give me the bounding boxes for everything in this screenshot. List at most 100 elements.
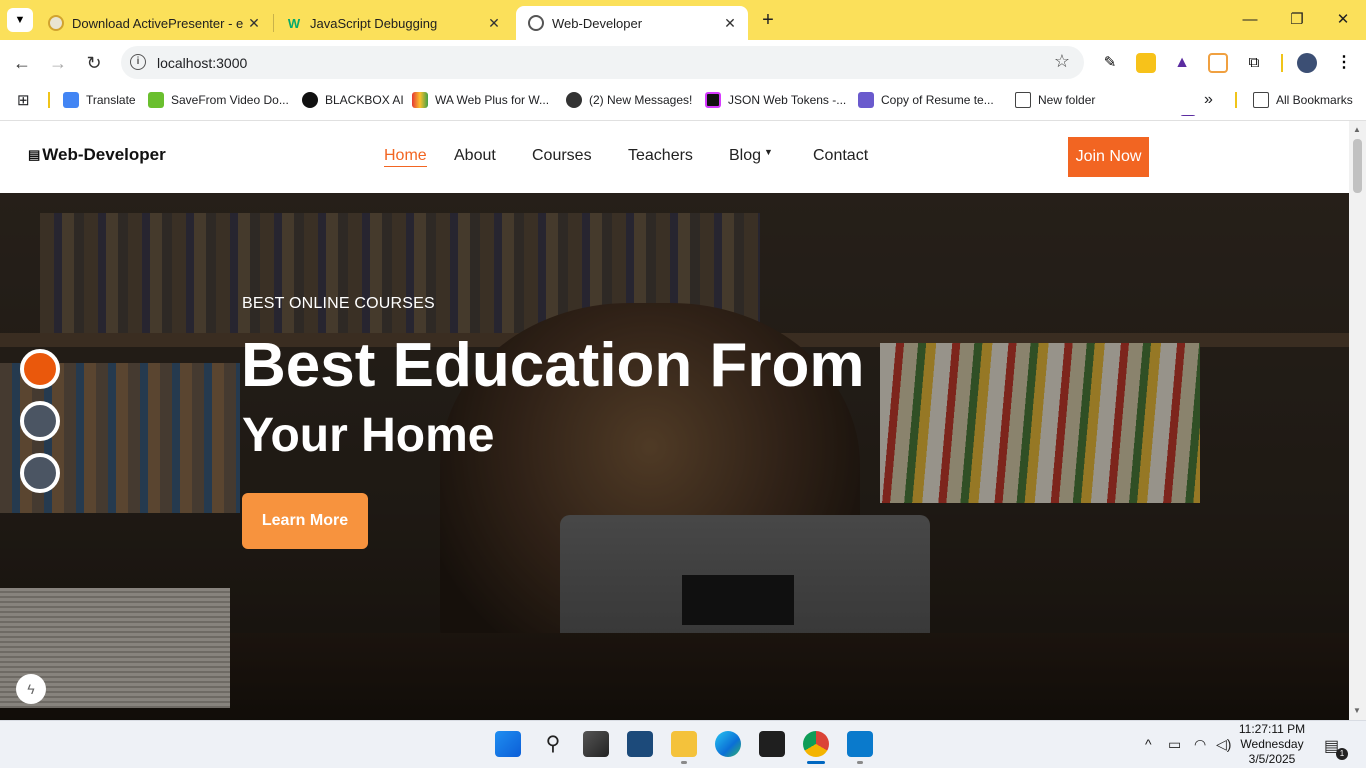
notification-count: 1 [1336,748,1348,760]
bookmark-label: BLACKBOX AI [325,93,404,107]
slide-indicator-1[interactable] [20,349,60,389]
windows-start-icon[interactable] [495,731,521,757]
tab-title: Web-Developer [552,15,643,31]
bookmark-translate[interactable]: Translate [63,91,136,109]
web-page: ▤ Web-Developer Home About Courses Teach… [0,121,1349,720]
browser-tab-3[interactable]: Web-Developer ✕ [516,6,748,40]
scroll-thumb[interactable] [1353,139,1362,193]
hero-title-line1: Best Education From [241,331,865,400]
all-bookmarks-button[interactable]: All Bookmarks [1253,91,1353,109]
nav-contact[interactable]: Contact [813,147,868,165]
hero-section: BEST ONLINE COURSES Best Education From … [0,193,1349,720]
lightning-bolt-icon[interactable]: ϟ [16,674,46,704]
nav-courses[interactable]: Courses [532,147,592,165]
bookmark-label: New folder [1038,93,1096,107]
graduation-cap-extension-icon[interactable]: ▲ [1172,53,1192,73]
back-button[interactable]: ← [9,50,35,76]
url-text[interactable]: localhost:3000 [157,55,247,71]
apps-grid-icon[interactable]: ⊞ [17,91,30,109]
wifi-icon[interactable]: ◠ [1194,736,1206,753]
nav-blog[interactable]: Blog [729,147,761,165]
hero-title-line2: Your Home [242,409,495,462]
folder-icon [1015,92,1031,108]
widgets-icon[interactable] [627,731,653,757]
search-icon[interactable]: ⚲ [540,731,566,757]
globe-icon [528,15,544,31]
bookmark-jwt[interactable]: JSON Web Tokens -... [705,91,846,109]
hero-kicker: BEST ONLINE COURSES [242,295,435,312]
folder-icon [1253,92,1269,108]
chevron-up-icon[interactable]: ^ [1145,736,1152,752]
caret-down-icon: ▼ [764,147,773,157]
bookmark-star-icon[interactable]: ☆ [1054,51,1070,72]
bookmark-blackbox[interactable]: BLACKBOX AI [302,91,404,109]
menu-kebab-icon[interactable]: ⋮ [1334,53,1354,73]
close-icon[interactable]: ✕ [244,15,264,32]
volume-icon[interactable]: ◁) [1216,736,1231,753]
hero-dark-overlay [0,193,1349,720]
nav-teachers[interactable]: Teachers [628,147,693,165]
bookmarks-divider [48,92,50,108]
running-indicator [681,761,687,764]
profile-avatar[interactable] [1297,53,1317,73]
clock-date: 3/5/2025 [1248,752,1296,766]
document-icon [858,92,874,108]
activepresenter-favicon-icon [48,15,64,31]
learn-more-button[interactable]: Learn More [242,493,368,549]
site-info-icon[interactable]: i [130,54,146,70]
task-view-icon[interactable] [583,731,609,757]
eyedropper-extension-icon[interactable]: ✎ [1100,53,1120,73]
nav-home[interactable]: Home [384,147,427,167]
system-clock[interactable]: 11:27:11 PM Wednesday 3/5/2025 [1238,722,1306,767]
keep-extension-icon[interactable] [1136,53,1156,73]
clock-time: 11:27:11 PM [1238,722,1306,736]
forward-button[interactable]: → [45,50,71,76]
tab-search-button[interactable]: ▼ [7,8,33,32]
address-bar[interactable]: i localhost:3000 ☆ [121,46,1084,79]
bookmark-label: WA Web Plus for W... [435,93,550,107]
bookmark-new-folder[interactable]: New folder [1015,91,1095,109]
bookmark-savefrom[interactable]: SaveFrom Video Do... [148,91,289,109]
page-scrollbar[interactable]: ▲ ▼ [1349,121,1366,720]
brand-text: Web-Developer [42,145,166,164]
all-bookmarks-label: All Bookmarks [1276,93,1353,107]
close-icon[interactable]: ✕ [720,15,740,32]
battery-icon[interactable]: ▭ [1168,736,1181,753]
browser-tab-1[interactable]: Download ActivePresenter - eLearning ✕ [36,6,272,40]
browser-tab-2[interactable]: W JavaScript Debugging ✕ [274,6,512,40]
bookmark-resume[interactable]: Copy of Resume te... [858,91,994,109]
slide-indicator-3[interactable] [20,453,60,493]
site-brand[interactable]: ▤ Web-Developer [28,145,166,165]
scroll-down-arrow-icon[interactable]: ▼ [1353,706,1361,715]
tab-title: Download ActivePresenter - eLearning [72,15,244,31]
minimize-button[interactable]: — [1236,8,1264,32]
more-bookmarks-button[interactable]: » [1204,91,1213,109]
slide-indicator-2[interactable] [20,401,60,441]
vscode-icon[interactable] [847,731,873,757]
bookmark-label: Copy of Resume te... [881,93,994,107]
orange-extension-icon[interactable] [1208,53,1228,73]
tab-title: JavaScript Debugging [310,15,438,31]
microsoft-store-icon[interactable] [759,731,785,757]
bookmark-label: (2) New Messages! [589,93,693,107]
bookmark-new-messages[interactable]: (2) New Messages! [566,91,692,109]
rainbow-icon [412,92,428,108]
edge-browser-icon[interactable] [715,731,741,757]
file-explorer-icon[interactable] [671,731,697,757]
join-now-button[interactable]: Join Now [1068,137,1149,177]
bookmark-label: SaveFrom Video Do... [171,93,289,107]
close-window-button[interactable]: ✕ [1329,8,1357,32]
chrome-icon[interactable] [803,731,829,757]
reload-button[interactable]: ↻ [81,50,107,76]
restore-button[interactable]: ❐ [1283,8,1311,32]
nav-about[interactable]: About [454,147,496,165]
bookmark-wa-web-plus[interactable]: WA Web Plus for W... [412,91,549,109]
scroll-up-arrow-icon[interactable]: ▲ [1353,125,1361,134]
new-tab-button[interactable]: + [756,8,780,32]
running-indicator [857,761,863,764]
close-icon[interactable]: ✕ [484,15,504,32]
book-icon: ▤ [28,147,41,162]
puzzle-extensions-icon[interactable]: ⧉ [1244,53,1264,73]
translate-icon [63,92,79,108]
jwt-icon [705,92,721,108]
